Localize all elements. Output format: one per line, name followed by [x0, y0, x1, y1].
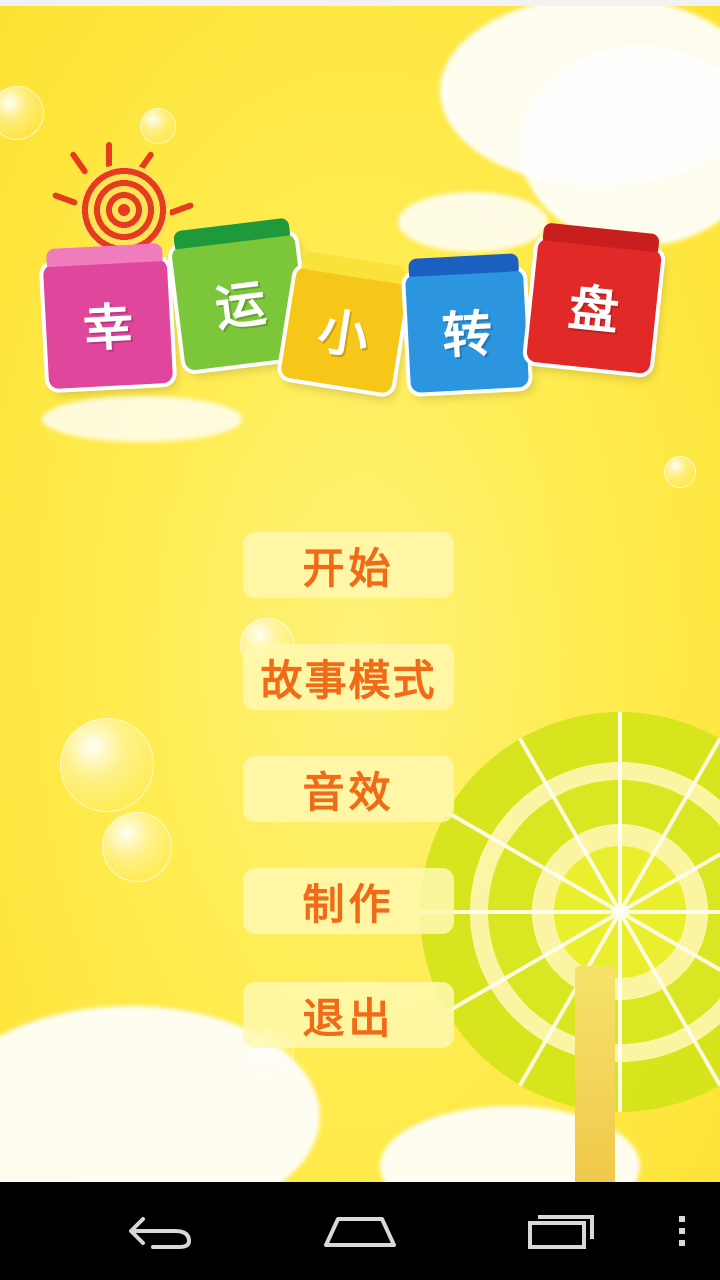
story-mode-label: 故事模式: [260, 655, 437, 705]
recent-apps-icon: [528, 1215, 594, 1249]
sun-ray: [51, 191, 79, 207]
recent-apps-button[interactable]: [500, 1182, 620, 1280]
bubble: [664, 456, 696, 488]
sun-ray: [167, 201, 195, 217]
sound-label: 音效: [302, 767, 395, 817]
title-char: 小: [314, 301, 373, 367]
cube-top-face: [301, 250, 407, 285]
back-button[interactable]: [100, 1182, 220, 1280]
title-cube-3: 小: [279, 250, 409, 395]
title-cube-1: 幸: [42, 243, 174, 390]
home-icon: [324, 1217, 396, 1247]
bubble: [140, 108, 176, 144]
credits-label: 制作: [302, 879, 395, 929]
story-mode-button[interactable]: 故事模式: [243, 644, 454, 710]
bubble: [60, 718, 154, 812]
wheel-pole: [575, 966, 615, 1182]
sound-button[interactable]: 音效: [243, 756, 454, 822]
start-button[interactable]: 开始: [243, 532, 454, 598]
cloud-mid: [398, 192, 548, 252]
title-char: 转: [440, 304, 494, 366]
home-button[interactable]: [300, 1182, 420, 1280]
title-char: 盘: [565, 278, 622, 342]
sun-icon: [78, 164, 170, 256]
navigation-bar: [0, 1182, 720, 1280]
title-char: 幸: [81, 297, 135, 359]
sun-ray: [106, 142, 112, 168]
bubble: [0, 86, 44, 140]
credits-button[interactable]: 制作: [243, 868, 454, 934]
sun-ray: [69, 150, 89, 176]
exit-label: 退出: [302, 993, 395, 1043]
game-screen: 幸 运 小 转 盘 开始 故事模式 音效 制作 退出: [0, 6, 720, 1182]
bubble: [102, 812, 172, 882]
cube-top-face: [172, 217, 291, 250]
cube-top-face: [408, 253, 519, 277]
overflow-menu-button[interactable]: [660, 1182, 704, 1280]
more-vertical-icon: [679, 1216, 685, 1246]
title-cube-4: 转: [404, 253, 530, 394]
title-cube-5: 盘: [525, 222, 663, 375]
wheel-spoke: [420, 910, 720, 914]
cube-top-face: [45, 243, 163, 268]
wheel-decoration: [420, 712, 720, 1112]
back-arrow-icon: [129, 1217, 192, 1249]
exit-button[interactable]: 退出: [243, 982, 454, 1048]
start-label: 开始: [302, 543, 395, 593]
cloud-under-title: [42, 396, 242, 442]
title-char: 运: [212, 274, 269, 338]
